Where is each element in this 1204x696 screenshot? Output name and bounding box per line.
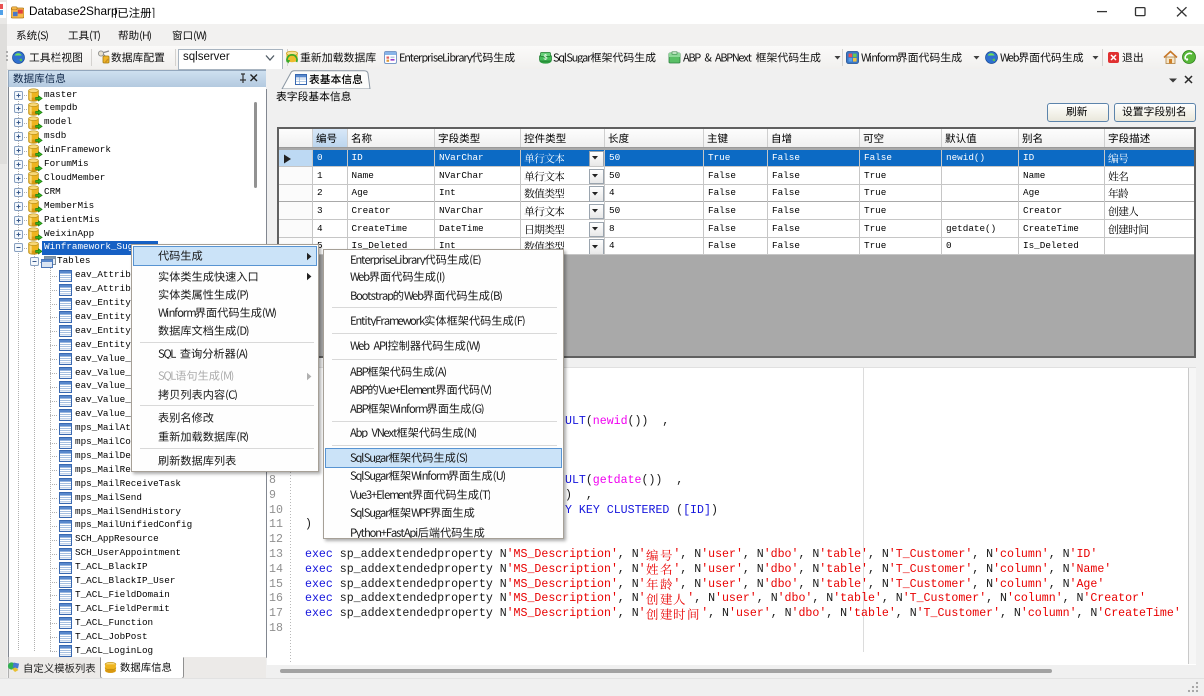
- svg-text:$: $: [544, 55, 548, 62]
